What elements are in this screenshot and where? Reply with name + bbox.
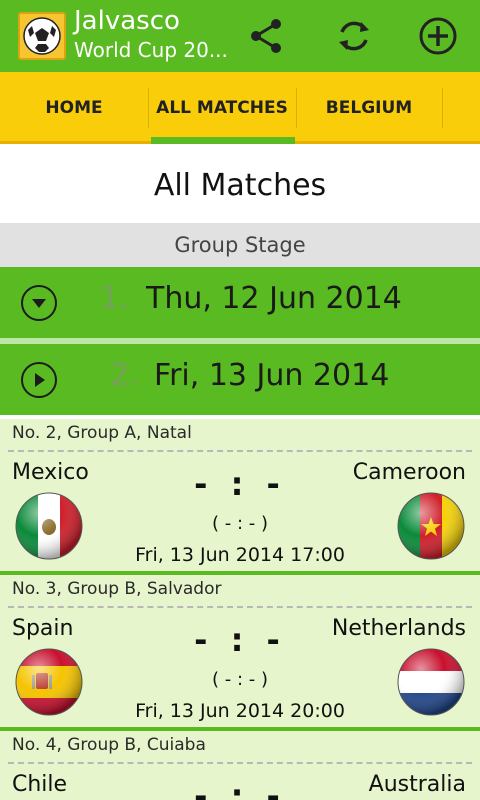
home-team: Mexico xyxy=(12,460,89,485)
spain-flag-icon xyxy=(14,647,84,717)
day-number: 2. xyxy=(110,358,139,393)
page-title: All Matches xyxy=(0,147,480,223)
match-score: - : - xyxy=(194,777,286,800)
tab-bar: HOME ALL MATCHES BELGIUM xyxy=(0,72,480,144)
day-number: 1. xyxy=(100,281,129,316)
match-score: - : - xyxy=(194,621,286,659)
play-right-icon[interactable] xyxy=(21,362,57,398)
tab-home[interactable]: HOME xyxy=(0,72,148,144)
match-sub-score: ( - : - ) xyxy=(212,513,268,534)
app-title: Jalvasco xyxy=(74,6,180,36)
kickoff-time: Fri, 13 Jun 2014 17:00 xyxy=(135,544,345,566)
away-team: Netherlands xyxy=(331,616,466,641)
match-score: - : - xyxy=(194,465,286,503)
away-team: Cameroon xyxy=(352,460,466,485)
day-date: Thu, 12 Jun 2014 xyxy=(146,281,402,316)
match-sub-score: ( - : - ) xyxy=(212,669,268,690)
tab-all-matches[interactable]: ALL MATCHES xyxy=(148,72,296,144)
action-bar: Jalvasco World Cup 20... xyxy=(0,0,480,72)
day-row[interactable]: 2. Fri, 13 Jun 2014 xyxy=(0,344,480,415)
match-header: No. 3, Group B, Salvador xyxy=(12,579,222,599)
tab-selected-indicator xyxy=(151,137,295,144)
dashed-divider xyxy=(8,762,472,764)
dashed-divider xyxy=(8,606,472,608)
cameroon-flag-icon xyxy=(396,491,466,561)
share-icon[interactable] xyxy=(244,14,288,58)
match-header: No. 2, Group A, Natal xyxy=(12,423,192,443)
away-team: Australia xyxy=(368,772,466,797)
match-header: No. 4, Group B, Cuiaba xyxy=(12,735,206,755)
home-team: Spain xyxy=(12,616,74,641)
match-card[interactable]: No. 3, Group B, Salvador Spain Netherlan… xyxy=(0,575,480,727)
refresh-icon[interactable] xyxy=(332,14,376,58)
kickoff-time: Fri, 13 Jun 2014 20:00 xyxy=(135,700,345,722)
soccer-ball-icon[interactable] xyxy=(18,12,66,60)
dashed-divider xyxy=(8,450,472,452)
mexico-flag-icon xyxy=(14,491,84,561)
day-date: Fri, 13 Jun 2014 xyxy=(154,358,390,393)
stage-header: Group Stage xyxy=(0,223,480,267)
match-card[interactable]: No. 4, Group B, Cuiaba Chile Australia -… xyxy=(0,731,480,800)
tab-belgium[interactable]: BELGIUM xyxy=(296,72,442,144)
add-circle-icon[interactable] xyxy=(416,14,460,58)
home-team: Chile xyxy=(12,772,68,797)
netherlands-flag-icon xyxy=(396,647,466,717)
match-card[interactable]: No. 2, Group A, Natal Mexico Cameroon - … xyxy=(0,419,480,571)
app-subtitle: World Cup 20... xyxy=(74,38,228,62)
tab-overflow[interactable] xyxy=(442,72,480,144)
expand-down-icon[interactable] xyxy=(21,285,57,321)
day-row[interactable]: 1. Thu, 12 Jun 2014 xyxy=(0,267,480,338)
